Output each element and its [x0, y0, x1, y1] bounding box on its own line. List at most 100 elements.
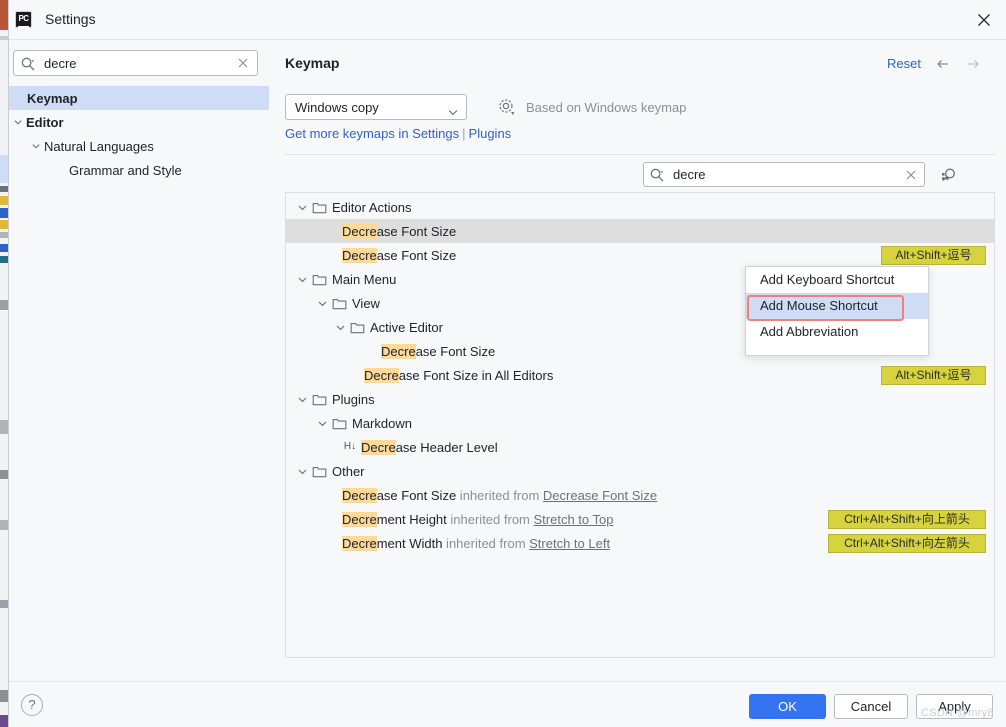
row-label: Decrement Width	[342, 535, 443, 551]
inherited-from-label: inherited from	[442, 535, 530, 551]
row-label: Other	[332, 463, 365, 479]
settings-dialog: PC Settings Keymap Editor Natural Language…	[8, 0, 1006, 727]
chevron-down-icon[interactable]	[316, 297, 329, 310]
match-highlight: Decre	[364, 367, 399, 383]
inherited-from-target[interactable]: Decrease Font Size	[543, 488, 657, 503]
background-stripe	[0, 300, 8, 310]
keymap-select[interactable]: Windows copy	[285, 94, 467, 120]
gear-icon[interactable]	[497, 97, 516, 116]
background-stripe	[0, 155, 8, 183]
dialog-footer: ? OK Cancel Apply	[9, 681, 1006, 727]
chevron-down-icon[interactable]	[296, 273, 309, 286]
keymap-actions-tree[interactable]: Editor Actions Decrease Font Size Decrease…	[285, 192, 995, 658]
clear-icon[interactable]	[903, 167, 919, 183]
chevron-down-icon[interactable]	[30, 140, 42, 152]
dialog-title-bar: PC Settings	[9, 0, 1006, 40]
background-stripe	[0, 232, 8, 238]
folder-icon	[350, 320, 365, 335]
match-highlight: Decre	[342, 247, 377, 263]
page-title: Settings	[45, 11, 96, 27]
background-stripe	[0, 420, 8, 434]
row-label: Plugins	[332, 391, 375, 407]
sidebar-item-label: Keymap	[27, 90, 78, 106]
tree-action-row[interactable]: H↓ Decrease Header Level	[286, 435, 994, 459]
arrow-left-icon[interactable]	[933, 54, 953, 74]
row-label: Decrease Font Size	[342, 223, 457, 239]
match-highlight: Decre	[361, 439, 396, 455]
chevron-down-icon[interactable]	[334, 321, 347, 334]
tree-group-row[interactable]: Markdown	[286, 411, 994, 435]
sidebar-item-keymap[interactable]: Keymap	[9, 86, 269, 110]
get-more-keymaps-link[interactable]: Get more keymaps in Settings	[285, 126, 459, 141]
folder-icon	[312, 392, 327, 407]
inherited-from-target[interactable]: Stretch to Top	[533, 512, 613, 527]
tree-action-row[interactable]: Decrease Font Size in All Editors Alt+Shi…	[286, 363, 994, 387]
background-stripe	[0, 244, 8, 252]
find-shortcut-icon[interactable]	[938, 164, 960, 186]
shortcut-badge: Alt+Shift+逗号	[881, 366, 986, 385]
clear-icon[interactable]	[235, 55, 251, 71]
divider	[285, 154, 995, 155]
shortcut-filter-box[interactable]	[643, 162, 925, 187]
filter-input[interactable]	[671, 163, 896, 186]
chevron-down-icon[interactable]	[296, 393, 309, 406]
sidebar-item-natural-languages[interactable]: Natural Languages	[9, 134, 269, 158]
search-icon	[20, 56, 36, 72]
header-level-icon: H↓	[343, 441, 357, 452]
background-stripe	[0, 470, 8, 479]
background-window-sliver	[0, 0, 8, 727]
sidebar-item-editor[interactable]: Editor	[9, 110, 269, 134]
row-label: Decrease Font Size	[342, 487, 457, 503]
arrow-right-icon[interactable]	[963, 54, 983, 74]
tree-group-row[interactable]: Editor Actions	[286, 195, 994, 219]
background-stripe	[0, 196, 8, 205]
sidebar-item-grammar-and-style[interactable]: Grammar and Style	[9, 158, 269, 182]
inherited-from-target[interactable]: Stretch to Left	[529, 536, 610, 551]
background-stripe	[0, 690, 8, 702]
menu-item-add-keyboard-shortcut[interactable]: Add Keyboard Shortcut	[746, 267, 928, 293]
pycharm-icon: PC	[15, 11, 32, 28]
menu-item-label: Add Keyboard Shortcut	[760, 272, 895, 287]
menu-item-add-mouse-shortcut[interactable]: Add Mouse Shortcut	[746, 293, 928, 319]
chevron-down-icon[interactable]	[296, 201, 309, 214]
tree-group-row[interactable]: Plugins	[286, 387, 994, 411]
menu-item-label: Add Abbreviation	[760, 324, 859, 339]
help-button[interactable]: ?	[21, 694, 43, 716]
chevron-down-icon[interactable]	[12, 116, 24, 128]
tree-group-row[interactable]: Other	[286, 459, 994, 483]
keymap-select-value: Windows copy	[295, 100, 379, 115]
row-label: Markdown	[352, 415, 412, 431]
cancel-button[interactable]: Cancel	[834, 694, 908, 719]
chevron-down-icon[interactable]	[316, 417, 329, 430]
search-input[interactable]	[42, 51, 232, 75]
watermark: CSDN @mry8	[921, 707, 994, 719]
row-label: Decrease Header Level	[361, 439, 498, 455]
background-stripe	[0, 520, 8, 530]
tree-action-row[interactable]: Decrement Width inherited from Stretch t…	[286, 531, 994, 555]
sidebar-search-box[interactable]	[13, 50, 258, 76]
background-stripe	[0, 186, 8, 192]
tree-action-row[interactable]: Decrease Font Size Alt+Shift+逗号	[286, 243, 994, 267]
menu-item-add-abbreviation[interactable]: Add Abbreviation	[746, 319, 928, 345]
background-stripe	[0, 208, 8, 218]
shortcut-badge: Alt+Shift+逗号	[881, 246, 986, 265]
plugins-link[interactable]: Plugins	[469, 126, 512, 141]
match-highlight: Decre	[342, 487, 377, 503]
inherited-from-label: inherited from	[446, 511, 534, 527]
reset-button[interactable]: Reset	[887, 56, 921, 71]
tree-action-row[interactable]: Decrement Height inherited from Stretch …	[286, 507, 994, 531]
close-icon[interactable]	[961, 0, 1006, 39]
background-stripe	[0, 600, 8, 608]
tree-action-row[interactable]: Decrease Font Size	[286, 219, 994, 243]
folder-icon	[332, 296, 347, 311]
match-highlight: Decre	[342, 511, 377, 527]
tree-action-row[interactable]: Decrease Font Size inherited from Decrea…	[286, 483, 994, 507]
chevron-down-icon[interactable]	[296, 465, 309, 478]
keymap-heading: Keymap	[285, 55, 340, 71]
inherited-from-label: inherited from	[456, 487, 543, 503]
keymap-links: Get more keymaps in Settings | Plugins	[285, 126, 511, 141]
ok-button[interactable]: OK	[749, 694, 826, 719]
based-on-label: Based on Windows keymap	[526, 100, 687, 115]
shortcut-badge: Ctrl+Alt+Shift+向左箭头	[828, 534, 986, 553]
keymap-panel: Keymap Reset Windows copy Based on Windo…	[269, 40, 1006, 681]
